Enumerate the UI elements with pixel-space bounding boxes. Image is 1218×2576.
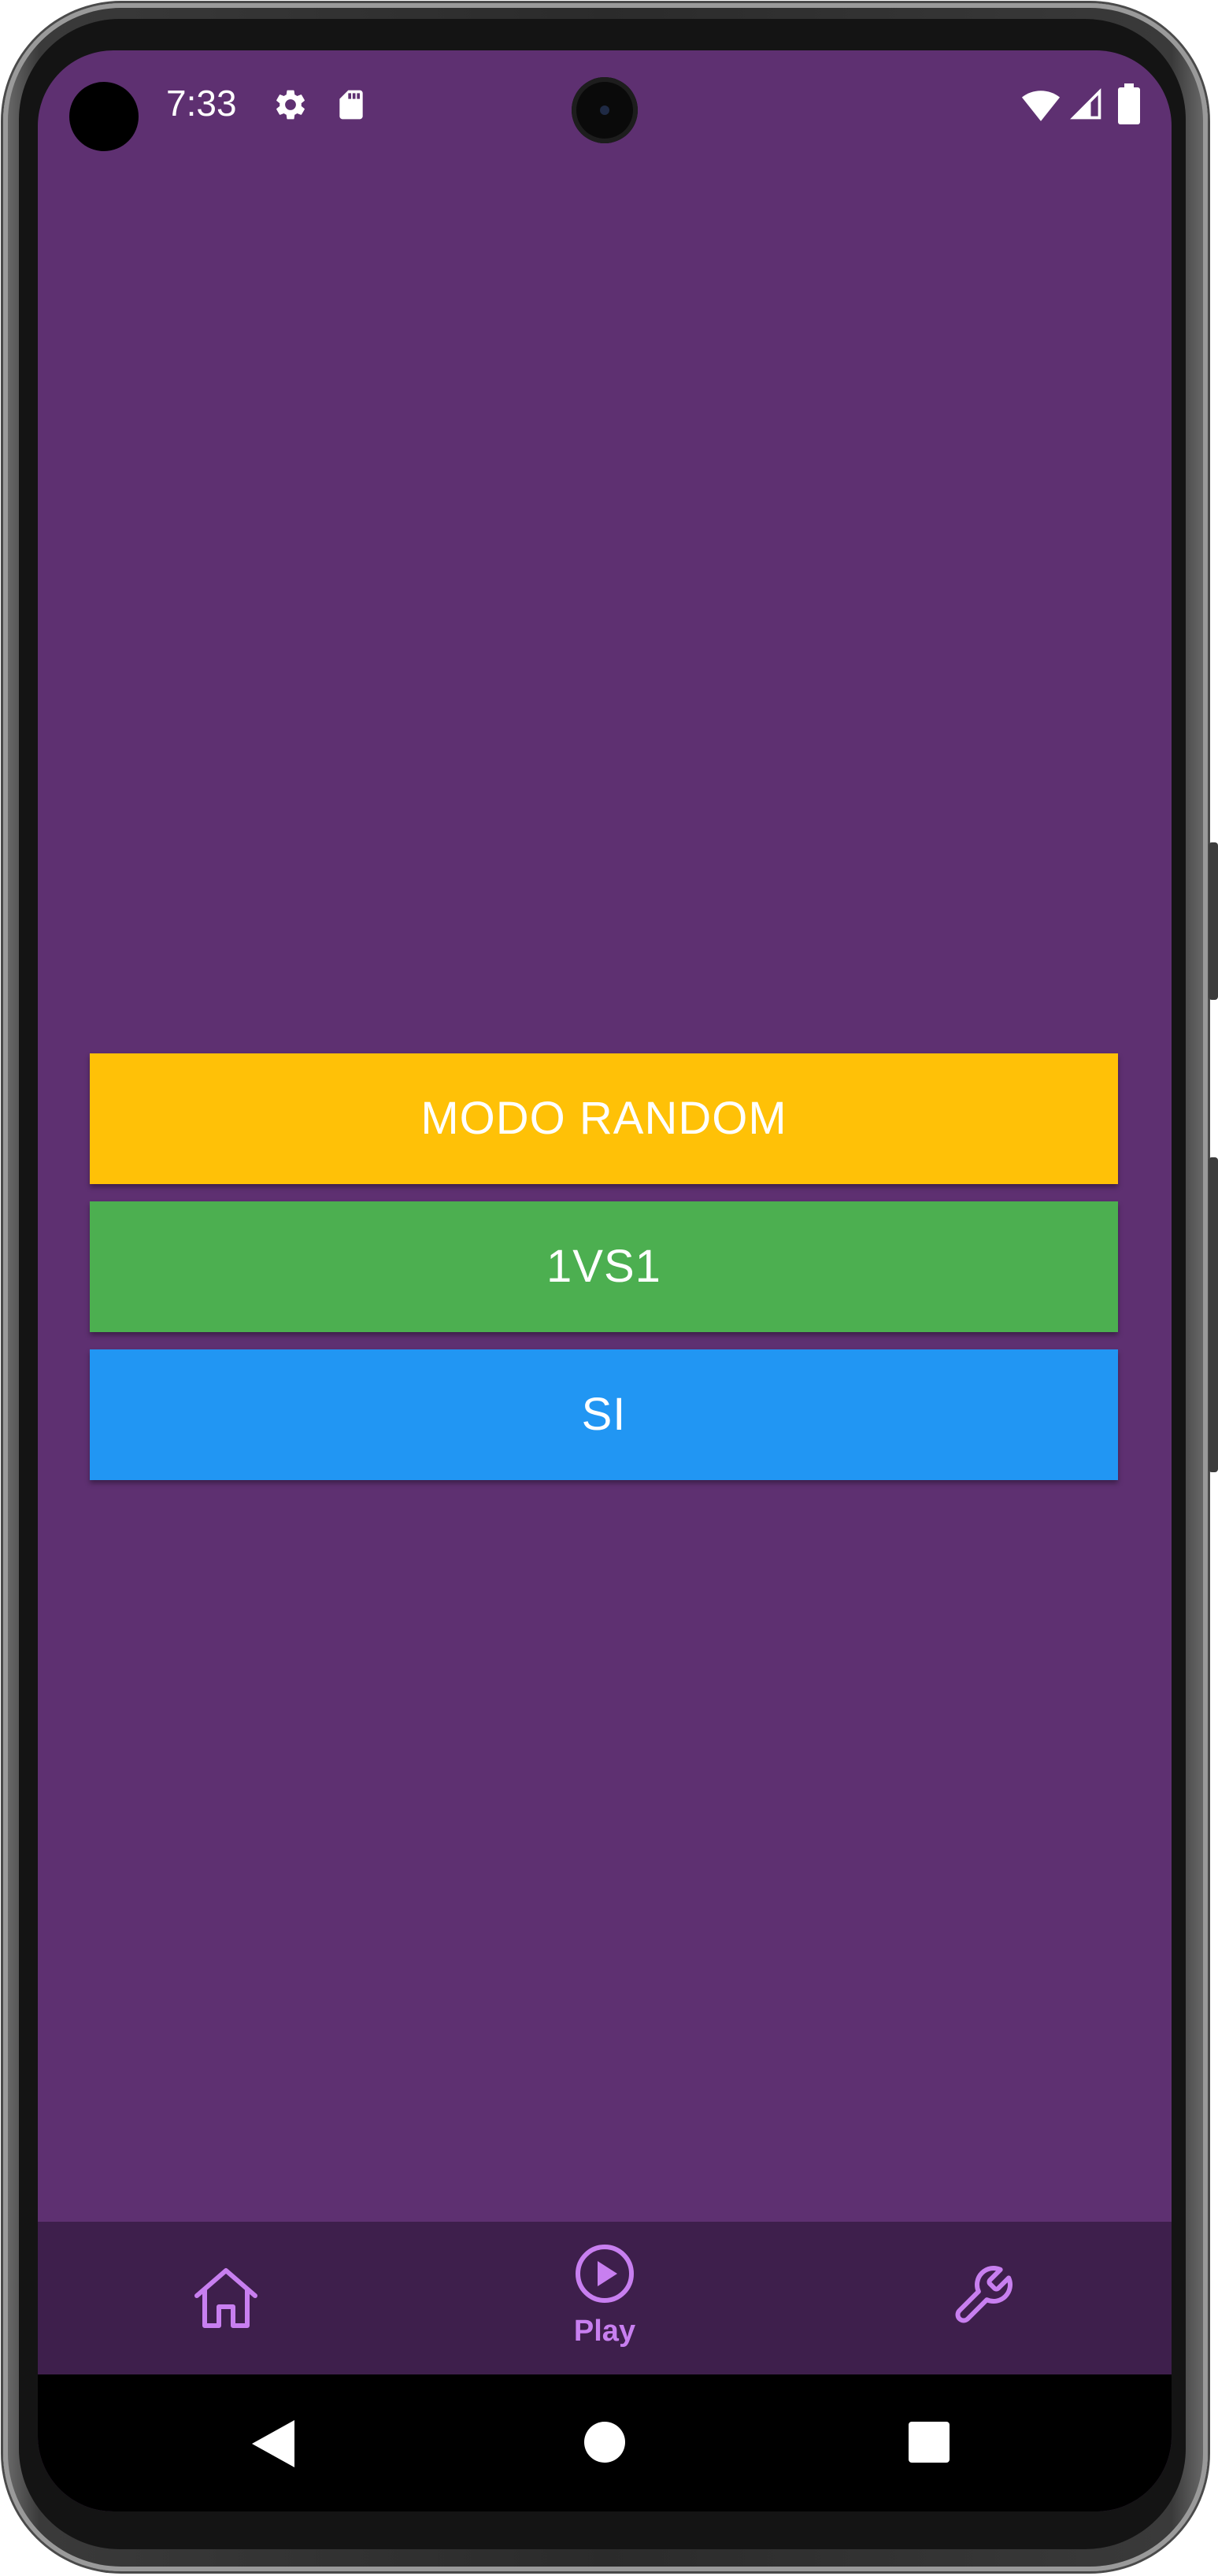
- modo-random-button[interactable]: MODO RANDOM: [90, 1053, 1118, 1184]
- nav-item-home[interactable]: [38, 2222, 416, 2374]
- back-icon[interactable]: [252, 2420, 294, 2467]
- notification-dot: [69, 82, 139, 151]
- status-time: 7:33: [166, 83, 237, 124]
- 1vs1-button[interactable]: 1VS1: [90, 1201, 1118, 1332]
- sd-card-icon: [339, 90, 363, 120]
- recents-icon[interactable]: [909, 2422, 950, 2463]
- status-bar: 7:33: [38, 50, 1172, 161]
- wrench-icon: [955, 2266, 1013, 2323]
- power-button: [1209, 842, 1218, 1000]
- si-button[interactable]: SI: [90, 1349, 1118, 1480]
- nav-item-play[interactable]: Play: [416, 2222, 794, 2374]
- volume-button: [1209, 1157, 1218, 1472]
- wifi-icon: [1021, 91, 1061, 121]
- bottom-navigation: Play: [38, 2222, 1172, 2374]
- screen: 7:33 MODO RANDOM 1VS1 SI Play: [38, 50, 1172, 2511]
- home-circle-icon[interactable]: [584, 2422, 625, 2463]
- nav-item-settings[interactable]: [794, 2222, 1172, 2374]
- front-camera: [572, 77, 638, 143]
- home-icon: [194, 2268, 257, 2328]
- system-navigation-bar: [38, 2374, 1172, 2511]
- gear-icon: [276, 90, 305, 120]
- cellular-signal-icon: [1070, 88, 1101, 120]
- battery-icon: [1118, 83, 1140, 124]
- phone-device: 7:33 MODO RANDOM 1VS1 SI Play: [0, 0, 1218, 2576]
- nav-label-play: Play: [573, 2315, 636, 2348]
- play-circle-icon: [576, 2245, 634, 2303]
